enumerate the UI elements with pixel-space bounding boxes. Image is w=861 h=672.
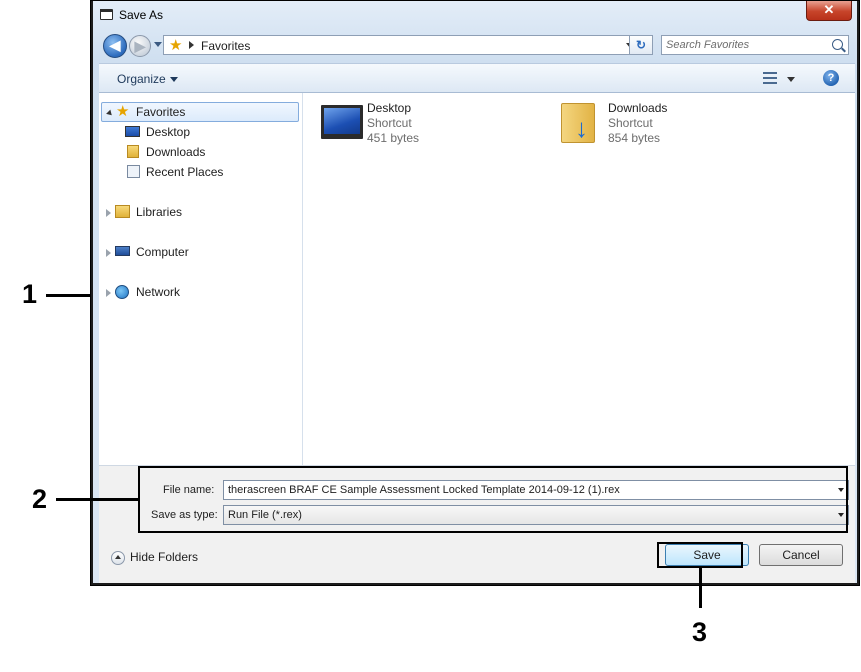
search-box[interactable] bbox=[661, 35, 849, 55]
search-input[interactable] bbox=[666, 38, 826, 52]
desktop-icon bbox=[125, 126, 140, 137]
close-button[interactable]: ✕ bbox=[806, 1, 852, 21]
search-icon[interactable] bbox=[832, 39, 843, 50]
downloads-folder-icon bbox=[127, 145, 139, 158]
nav-item-recent-places[interactable]: Recent Places bbox=[99, 162, 299, 182]
save-highlight-box bbox=[657, 542, 743, 568]
favorites-star-icon: ★ bbox=[169, 37, 183, 54]
file-size: 854 bytes bbox=[608, 131, 661, 145]
nav-item-desktop[interactable]: Desktop bbox=[99, 122, 299, 142]
breadcrumb[interactable]: Favorites bbox=[201, 39, 250, 53]
callout-3-line bbox=[699, 568, 702, 608]
nav-item-label: Libraries bbox=[136, 205, 183, 219]
expand-arrow-icon[interactable] bbox=[106, 289, 111, 297]
libraries-icon bbox=[115, 205, 130, 218]
star-icon: ★ bbox=[116, 103, 130, 120]
network-icon bbox=[115, 285, 129, 299]
chevron-down-icon bbox=[169, 77, 178, 83]
nav-item-label: Recent Places bbox=[146, 165, 224, 179]
nav-item-label: Desktop bbox=[146, 125, 191, 139]
view-options-dropdown[interactable] bbox=[787, 77, 795, 82]
nav-item-label: Favorites bbox=[136, 105, 186, 119]
file-item-downloads[interactable]: Downloads Shortcut 854 bytes bbox=[303, 101, 723, 149]
nav-item-libraries[interactable]: Libraries bbox=[99, 202, 299, 222]
callout-2-line bbox=[56, 498, 138, 501]
recent-places-icon bbox=[127, 165, 140, 178]
computer-icon bbox=[115, 246, 130, 256]
nav-item-computer[interactable]: Computer bbox=[99, 242, 299, 262]
expand-arrow-icon[interactable] bbox=[106, 109, 114, 118]
forward-button[interactable]: ▶ bbox=[129, 35, 151, 57]
command-bar: Organize ? bbox=[99, 63, 855, 93]
cancel-button[interactable]: Cancel bbox=[759, 544, 843, 566]
recent-pages-dropdown[interactable] bbox=[154, 42, 162, 47]
refresh-button[interactable]: ↻ bbox=[629, 35, 653, 55]
callout-3-number: 3 bbox=[692, 617, 708, 647]
callout-2-number: 2 bbox=[32, 484, 48, 514]
nav-item-label: Network bbox=[136, 285, 181, 299]
nav-item-network[interactable]: Network bbox=[99, 282, 299, 302]
callout-1-line bbox=[46, 294, 90, 297]
nav-item-label: Downloads bbox=[146, 145, 206, 159]
address-bar[interactable]: ★ Favorites bbox=[163, 35, 641, 55]
file-type: Shortcut bbox=[608, 116, 653, 130]
content-area: ★ Favorites Desktop Downloads Recent Pla… bbox=[99, 93, 855, 465]
fields-highlight-box bbox=[138, 466, 848, 533]
nav-item-favorites[interactable]: ★ Favorites bbox=[101, 102, 299, 122]
organize-label: Organize bbox=[117, 72, 166, 86]
back-button[interactable]: ◀ bbox=[103, 34, 127, 58]
help-icon[interactable]: ? bbox=[823, 70, 839, 86]
change-view-icon[interactable] bbox=[763, 72, 777, 84]
chevron-up-icon bbox=[111, 550, 125, 565]
callout-1-number: 1 bbox=[22, 279, 38, 309]
file-name: Downloads bbox=[608, 101, 668, 115]
nav-item-downloads[interactable]: Downloads bbox=[99, 142, 299, 162]
navigation-pane[interactable]: ★ Favorites Desktop Downloads Recent Pla… bbox=[99, 93, 303, 465]
hide-folders-label: Hide Folders bbox=[130, 550, 199, 564]
file-list-pane[interactable]: Desktop Shortcut 451 bytes Downloads Sho… bbox=[303, 93, 855, 465]
hide-folders-button[interactable]: Hide Folders bbox=[111, 549, 198, 565]
title-bar[interactable]: Save As ✕ bbox=[93, 1, 857, 31]
organize-menu[interactable]: Organize bbox=[117, 72, 178, 86]
expand-arrow-icon[interactable] bbox=[106, 249, 111, 257]
downloads-folder-icon bbox=[561, 103, 595, 143]
expand-arrow-icon[interactable] bbox=[106, 209, 111, 217]
nav-item-label: Computer bbox=[136, 245, 189, 259]
window-icon bbox=[100, 9, 113, 20]
window-title: Save As bbox=[119, 8, 164, 22]
forward-arrow-icon: ▶ bbox=[134, 38, 146, 54]
breadcrumb-separator-icon[interactable] bbox=[189, 41, 194, 49]
